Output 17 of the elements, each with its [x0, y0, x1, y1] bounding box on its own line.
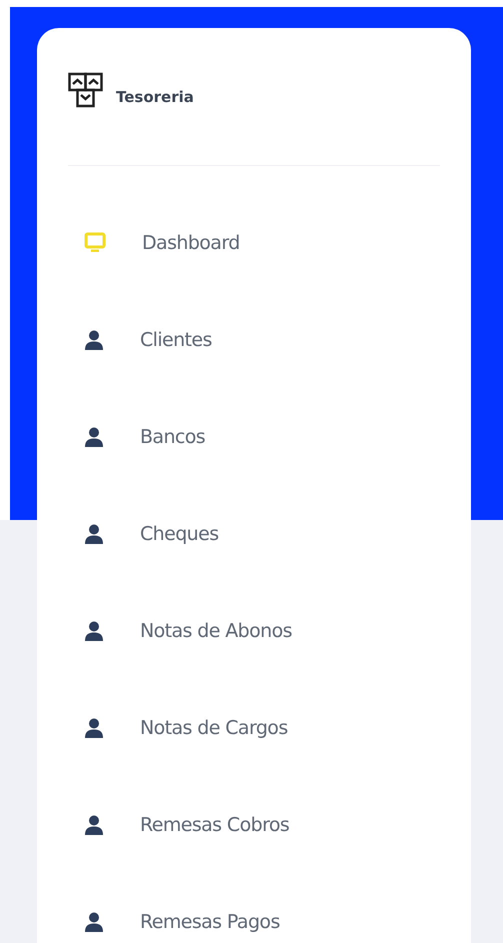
- sidebar-item[interactable]: Cheques: [140, 522, 218, 544]
- user-icon: [84, 330, 104, 350]
- user-icon: [84, 426, 104, 446]
- user-icon: [84, 814, 104, 834]
- user-icon: [84, 718, 104, 738]
- sidebar-item[interactable]: Remesas Pagos: [140, 910, 280, 932]
- sidebar-item[interactable]: Notas de Cargos: [140, 716, 288, 738]
- sidebar-item[interactable]: Dashboard: [142, 232, 240, 254]
- user-icon: [84, 620, 104, 640]
- user-icon: [84, 912, 104, 932]
- sidebar-item[interactable]: Bancos: [140, 426, 206, 448]
- app-title: Tesoreria: [116, 88, 194, 106]
- sidebar-item[interactable]: Remesas Cobros: [140, 814, 290, 836]
- sidebar-item[interactable]: Clientes: [140, 328, 212, 350]
- user-icon: [84, 524, 104, 544]
- monitor-icon: [84, 232, 106, 254]
- sidebar-item[interactable]: Notas de Abonos: [140, 620, 292, 642]
